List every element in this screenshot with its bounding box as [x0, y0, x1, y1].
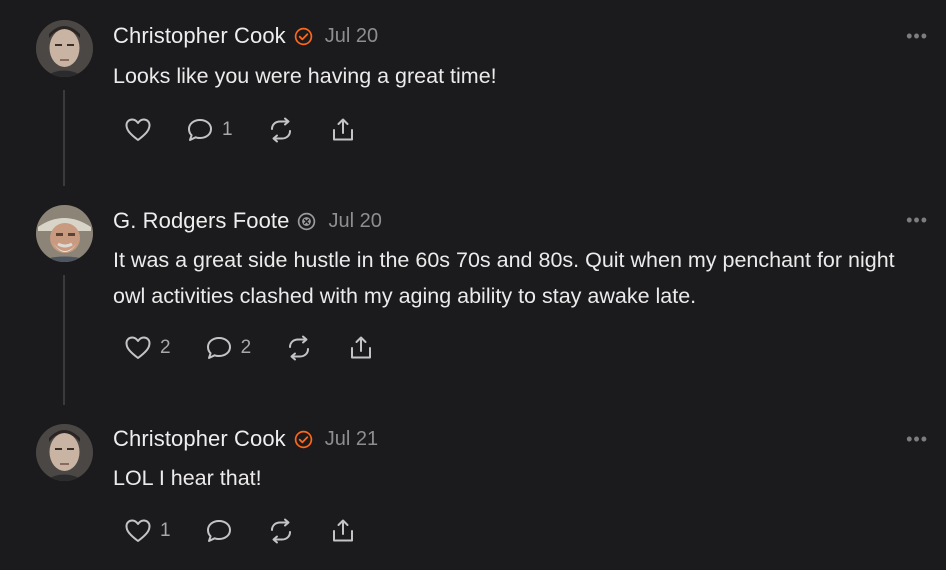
reply-button[interactable]	[205, 518, 233, 544]
avatar[interactable]	[36, 424, 93, 481]
comment-text: LOL I hear that!	[113, 466, 262, 490]
more-options-icon[interactable]: •••	[906, 430, 928, 448]
like-button[interactable]: 1	[124, 518, 171, 544]
comment-date[interactable]: Jul 21	[325, 428, 378, 451]
like-count: 1	[160, 520, 171, 541]
comment-header: Christopher Cook Jul 21	[113, 424, 378, 454]
comment-thread: Christopher Cook Jul 20 ••• Looks like y…	[0, 0, 946, 570]
share-button[interactable]	[329, 518, 357, 544]
author-name[interactable]: Christopher Cook	[113, 426, 286, 452]
heart-icon	[124, 518, 152, 544]
restack-icon	[267, 518, 295, 544]
speech-bubble-icon	[205, 518, 233, 544]
comment-actions: 1	[124, 517, 391, 545]
verified-check-icon	[294, 430, 313, 449]
share-icon	[329, 518, 357, 544]
comment: Christopher Cook Jul 21 ••• LOL I hear t…	[0, 0, 946, 570]
restack-button[interactable]	[267, 518, 295, 544]
